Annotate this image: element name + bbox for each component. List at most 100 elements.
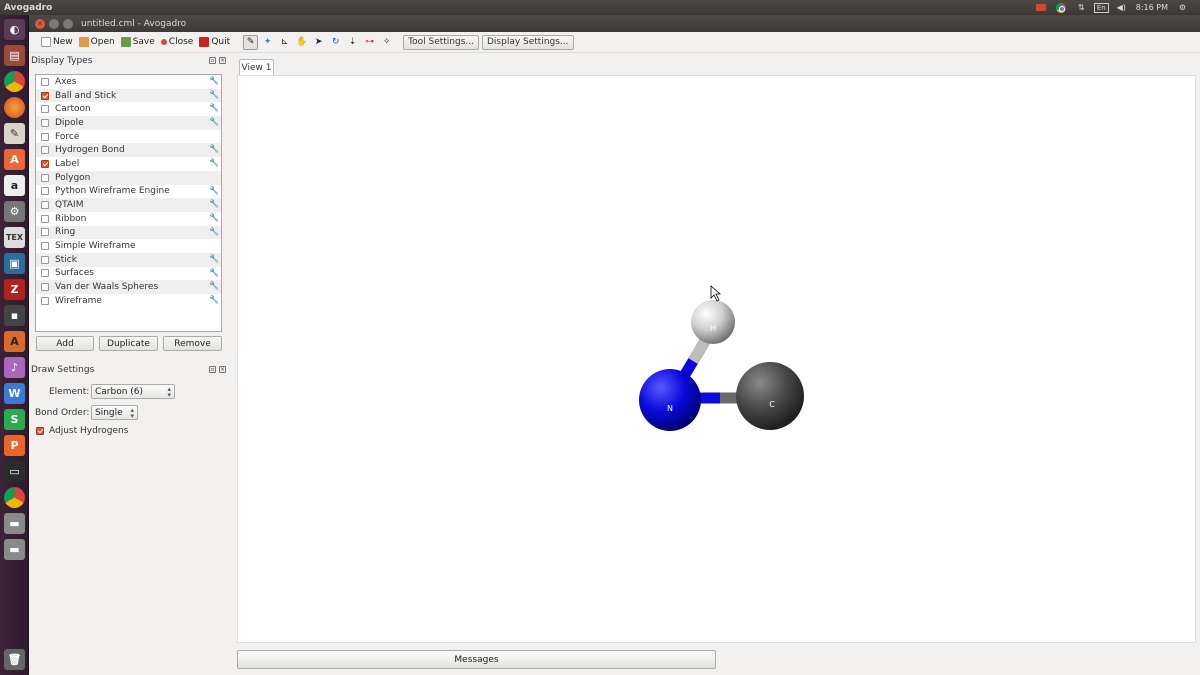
wrench-icon[interactable]: 🔧 bbox=[209, 281, 219, 290]
remote-desktop-icon[interactable]: ▣ bbox=[4, 253, 25, 274]
quit-button[interactable]: Quit bbox=[196, 34, 233, 50]
display-type-checkbox[interactable] bbox=[41, 255, 49, 264]
drive-icon-2[interactable]: ▬ bbox=[4, 539, 25, 560]
wrench-icon[interactable]: 🔧 bbox=[209, 199, 219, 208]
tab-view-1[interactable]: View 1 bbox=[239, 59, 274, 76]
media-player-icon[interactable]: ♪ bbox=[4, 357, 25, 378]
settings-gear-icon[interactable]: ⚙ bbox=[1177, 3, 1188, 12]
wrench-icon[interactable]: 🔧 bbox=[209, 117, 219, 126]
dock-close-icon[interactable]: × bbox=[219, 57, 226, 64]
adjust-hydrogens-checkbox[interactable]: Adjust Hydrogens bbox=[31, 426, 128, 436]
dock-float-icon[interactable]: ▫ bbox=[209, 57, 216, 64]
display-type-row[interactable]: QTAIM 🔧 bbox=[36, 198, 221, 212]
draw-tool-pencil-icon[interactable]: ✎ bbox=[243, 34, 259, 50]
dock-close-icon-2[interactable]: × bbox=[219, 366, 226, 373]
auto-optimize-tool-icon[interactable]: ✧ bbox=[379, 35, 394, 50]
display-type-row[interactable]: Simple Wireframe bbox=[36, 239, 221, 253]
text-editor-icon[interactable]: ✎ bbox=[4, 123, 25, 144]
element-select[interactable]: Carbon (6) ▴ ▾ bbox=[91, 384, 175, 399]
terminal-icon[interactable]: ▭ bbox=[4, 461, 25, 482]
display-type-row[interactable]: Stick 🔧 bbox=[36, 252, 221, 267]
display-type-checkbox[interactable] bbox=[41, 187, 49, 196]
chrome-icon[interactable] bbox=[4, 71, 25, 92]
duplicate-display-type-button[interactable]: Duplicate bbox=[99, 336, 158, 351]
display-type-checkbox[interactable] bbox=[41, 283, 49, 292]
keyboard-layout-indicator[interactable]: En bbox=[1093, 2, 1109, 13]
new-button[interactable]: New bbox=[38, 34, 76, 50]
clock[interactable]: 8:16 PM bbox=[1136, 3, 1168, 12]
display-type-row[interactable]: Python Wireframe Engine 🔧 bbox=[36, 185, 221, 199]
network-icon[interactable]: ⇅ bbox=[1076, 3, 1087, 12]
display-type-row[interactable]: Ball and Stick 🔧 bbox=[36, 88, 221, 103]
display-type-row[interactable]: Van der Waals Spheres 🔧 bbox=[36, 280, 221, 294]
atom-carbon[interactable] bbox=[736, 362, 804, 430]
navigate-tool-icon[interactable]: ✦ bbox=[260, 35, 275, 50]
display-type-checkbox[interactable] bbox=[41, 159, 49, 168]
dock-float-icon-2[interactable]: ▫ bbox=[209, 366, 216, 373]
atom-hydrogen[interactable] bbox=[691, 300, 735, 344]
add-display-type-button[interactable]: Add bbox=[36, 336, 94, 351]
display-type-row[interactable]: Dipole 🔧 bbox=[36, 116, 221, 130]
bond-order-select[interactable]: Single ▴ ▾ bbox=[91, 405, 138, 420]
system-settings-icon[interactable]: ⚙ bbox=[4, 201, 25, 222]
wrench-icon[interactable]: 🔧 bbox=[209, 90, 219, 99]
display-type-row[interactable]: Axes 🔧 bbox=[36, 75, 221, 89]
display-type-row[interactable]: Surfaces 🔧 bbox=[36, 267, 221, 281]
display-type-row[interactable]: Hydrogen Bond 🔧 bbox=[36, 143, 221, 158]
display-type-checkbox[interactable] bbox=[41, 173, 49, 182]
display-type-row[interactable]: Wireframe 🔧 bbox=[36, 294, 221, 308]
window-minimize-button[interactable] bbox=[49, 18, 59, 29]
display-type-checkbox[interactable] bbox=[41, 242, 49, 251]
writer-icon[interactable]: W bbox=[4, 383, 25, 404]
display-type-checkbox[interactable] bbox=[41, 91, 49, 100]
texmaker-icon[interactable]: TEX bbox=[4, 227, 25, 248]
save-button[interactable]: Save bbox=[118, 34, 158, 50]
display-type-row[interactable]: Ribbon 🔧 bbox=[36, 212, 221, 226]
files-icon[interactable]: ▤ bbox=[4, 45, 25, 66]
display-type-checkbox[interactable] bbox=[41, 269, 49, 278]
remove-display-type-button[interactable]: Remove bbox=[163, 336, 222, 351]
display-type-checkbox[interactable] bbox=[41, 77, 49, 86]
drive-icon[interactable]: ▬ bbox=[4, 513, 25, 534]
measure-tool-icon[interactable]: ⊶ bbox=[362, 35, 377, 50]
display-type-checkbox[interactable] bbox=[41, 296, 49, 305]
wrench-icon[interactable]: 🔧 bbox=[209, 186, 219, 195]
open-button[interactable]: Open bbox=[76, 34, 118, 50]
align-tool-icon[interactable]: ⇣ bbox=[345, 35, 360, 50]
font-viewer-icon[interactable]: A bbox=[4, 331, 25, 352]
camera-icon[interactable] bbox=[1036, 3, 1047, 12]
display-type-checkbox[interactable] bbox=[41, 105, 49, 114]
wrench-icon[interactable]: 🔧 bbox=[209, 76, 219, 85]
display-type-checkbox[interactable] bbox=[41, 118, 49, 127]
window-maximize-button[interactable] bbox=[63, 18, 73, 29]
display-type-checkbox[interactable] bbox=[41, 132, 49, 141]
chrome-indicator-icon[interactable] bbox=[1056, 2, 1067, 13]
chrome-icon-2[interactable] bbox=[4, 487, 25, 508]
molecule-3d-view[interactable]: H N C bbox=[237, 75, 1196, 643]
adjust-hydrogens-check[interactable] bbox=[36, 427, 44, 435]
trash-icon[interactable]: 🗑 bbox=[4, 649, 25, 670]
manipulate-tool-icon[interactable]: ✋ bbox=[294, 35, 309, 50]
spreadsheet-icon[interactable]: S bbox=[4, 409, 25, 430]
filezilla-icon[interactable]: Z bbox=[4, 279, 25, 300]
wrench-icon[interactable]: 🔧 bbox=[209, 268, 219, 277]
presentation-icon[interactable]: P bbox=[4, 435, 25, 456]
software-center-icon[interactable]: A bbox=[4, 149, 25, 170]
auto-rotate-tool-icon[interactable]: ↻ bbox=[328, 35, 343, 50]
wrench-icon[interactable]: 🔧 bbox=[209, 227, 219, 236]
display-type-row[interactable]: Polygon bbox=[36, 170, 221, 185]
tool-settings-button[interactable]: Tool Settings... bbox=[403, 34, 479, 50]
display-type-checkbox[interactable] bbox=[41, 228, 49, 237]
firefox-icon[interactable] bbox=[4, 97, 25, 118]
amazon-icon[interactable]: a bbox=[4, 175, 25, 196]
wrench-icon[interactable]: 🔧 bbox=[209, 295, 219, 304]
messages-button[interactable]: Messages bbox=[237, 650, 716, 669]
dash-icon[interactable]: ◐ bbox=[4, 19, 25, 40]
display-type-row[interactable]: Label 🔧 bbox=[36, 157, 221, 171]
bond-centric-tool-icon[interactable]: ⊾ bbox=[277, 35, 292, 50]
display-type-row[interactable]: Force bbox=[36, 130, 221, 144]
display-type-row[interactable]: Cartoon 🔧 bbox=[36, 102, 221, 116]
screenshot-icon[interactable]: ▪ bbox=[4, 305, 25, 326]
volume-icon[interactable]: ◀) bbox=[1116, 3, 1127, 12]
select-tool-icon[interactable]: ➤ bbox=[311, 35, 326, 50]
